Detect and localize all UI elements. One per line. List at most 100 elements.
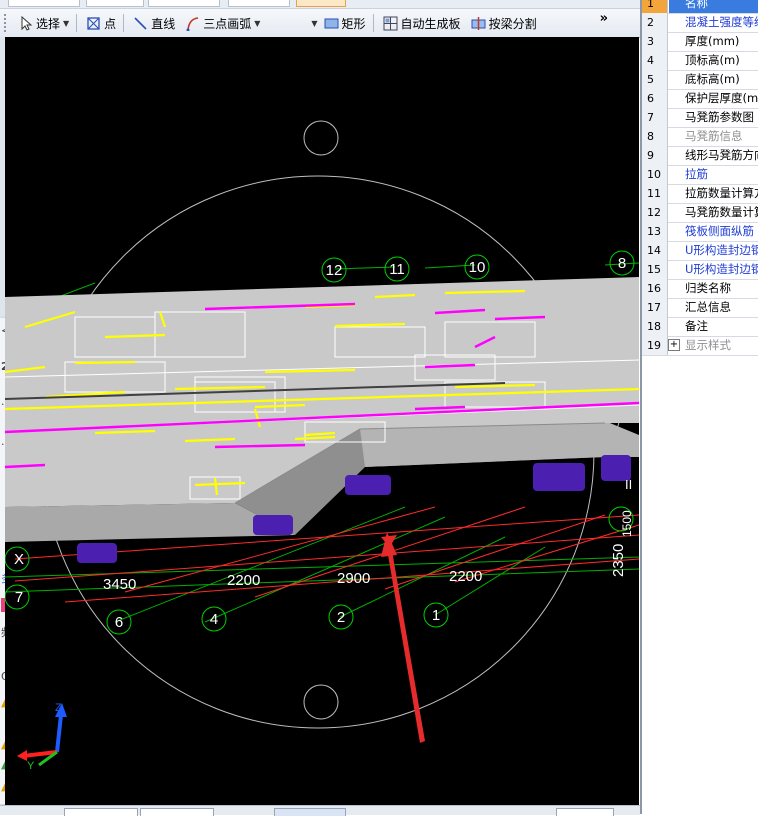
- chevron-down-icon[interactable]: ▼: [63, 19, 69, 28]
- toolbar-grip[interactable]: [4, 14, 12, 32]
- axis-label: 10: [469, 259, 486, 276]
- status-field[interactable]: [274, 808, 346, 816]
- property-row[interactable]: 14U形构造封边钢筋: [642, 241, 758, 261]
- property-row-number: 10: [642, 165, 668, 184]
- axis-label: 8: [618, 255, 626, 272]
- axis-label: 1: [432, 607, 440, 624]
- property-row-number: 12: [642, 203, 668, 222]
- property-row[interactable]: 8 马凳筋信息: [642, 127, 758, 147]
- property-grid: 1 名称 2 混凝土强度等级 3 厚度(mm) 4 顶标高(m) 5 底标高(m) 6 保护层厚度(m…: [640, 0, 758, 814]
- axis-label: 11: [389, 261, 405, 278]
- property-input-stub[interactable]: [8, 0, 80, 7]
- property-row[interactable]: 13 筏板侧面纵筋: [642, 222, 758, 242]
- dimension-label: 1500: [620, 510, 634, 537]
- property-name[interactable]: 拉筋数量计算方式: [669, 184, 758, 203]
- status-field[interactable]: [64, 808, 138, 816]
- active-tool-stub[interactable]: [296, 0, 346, 7]
- select-button[interactable]: 选择 ▼: [14, 12, 73, 34]
- split-by-beam-button[interactable]: 按梁分割: [467, 12, 541, 34]
- property-input-stub[interactable]: [228, 0, 290, 7]
- dimension-label: 2200: [449, 568, 482, 585]
- property-row[interactable]: 15U形构造封边钢筋弯折长度: [642, 260, 758, 280]
- property-row[interactable]: 1 名称: [642, 0, 758, 14]
- rectangle-icon: [324, 16, 339, 31]
- property-row[interactable]: 9 线形马凳筋方向: [642, 146, 758, 166]
- property-name[interactable]: 马凳筋数量计算方式: [669, 203, 758, 222]
- property-row[interactable]: 19 显示样式 +: [642, 336, 758, 356]
- property-name[interactable]: 归类名称: [669, 279, 758, 298]
- property-input-stub[interactable]: [86, 0, 144, 7]
- status-field[interactable]: [556, 808, 614, 816]
- property-row-number: 16: [642, 279, 668, 298]
- property-row-number: 8: [642, 127, 668, 146]
- property-row[interactable]: 2 混凝土强度等级: [642, 13, 758, 33]
- property-name[interactable]: 马凳筋信息: [669, 127, 758, 146]
- red-annotation-arrow: [381, 535, 425, 743]
- property-name[interactable]: 马凳筋参数图: [669, 108, 758, 127]
- property-name[interactable]: 顶标高(m): [669, 51, 758, 70]
- property-row[interactable]: 17 汇总信息: [642, 298, 758, 318]
- property-name[interactable]: 名称: [669, 0, 758, 13]
- property-row[interactable]: 4 顶标高(m): [642, 51, 758, 71]
- property-name[interactable]: U形构造封边钢筋: [669, 241, 758, 260]
- property-row[interactable]: 18 备注: [642, 317, 758, 337]
- dot-icon: ·: [1, 438, 5, 451]
- expand-plus-icon[interactable]: +: [668, 339, 680, 351]
- property-row[interactable]: 3 厚度(mm): [642, 32, 758, 52]
- rectangle-button[interactable]: 矩形: [320, 12, 370, 34]
- three-point-arc-button[interactable]: 三点画弧 ▼: [181, 12, 264, 34]
- property-name[interactable]: 线形马凳筋方向: [669, 146, 758, 165]
- property-name[interactable]: 筏板侧面纵筋: [669, 222, 758, 241]
- axis-label: 7: [15, 589, 23, 606]
- property-row[interactable]: 16 归类名称: [642, 279, 758, 299]
- property-name[interactable]: 混凝土强度等级: [669, 13, 758, 32]
- property-row[interactable]: 12马凳筋数量计算方式: [642, 203, 758, 223]
- viewport-canvas[interactable]: 12 11 10 8 6 4 2 1 7 X 3450 2200 2900 22…: [5, 37, 639, 805]
- property-name[interactable]: 厚度(mm): [669, 32, 758, 51]
- point-box-icon: [86, 16, 101, 31]
- property-row[interactable]: 5 底标高(m): [642, 70, 758, 90]
- gizmo-z-label: Z: [55, 702, 62, 714]
- property-name[interactable]: 保护层厚度(mm): [669, 89, 758, 108]
- split-by-beam-label: 按梁分割: [488, 16, 537, 31]
- property-row[interactable]: 10 拉筋: [642, 165, 758, 185]
- axis-gizmo: Z Y: [17, 702, 67, 772]
- toolbar-divider: [123, 14, 125, 32]
- property-name[interactable]: 备注: [669, 317, 758, 336]
- property-name[interactable]: 显示样式: [669, 336, 758, 355]
- dimension-label: 2200: [227, 572, 260, 589]
- property-name[interactable]: 汇总信息: [669, 298, 758, 317]
- point-label: 点: [104, 16, 117, 31]
- chevron-down-icon[interactable]: ▼: [311, 19, 317, 28]
- cursor-arrow-icon: [18, 15, 33, 31]
- toolbar-overflow-button[interactable]: »: [600, 11, 608, 26]
- property-name[interactable]: 底标高(m): [669, 70, 758, 89]
- axis-label: X: [14, 551, 24, 568]
- axis-label: 2: [337, 609, 345, 626]
- property-row-number: 15: [642, 260, 668, 279]
- property-name[interactable]: U形构造封边钢筋弯折长度: [669, 260, 758, 279]
- auto-generate-slab-button[interactable]: 自动生成板: [379, 12, 465, 34]
- line-button[interactable]: 直线: [129, 12, 179, 34]
- select-label: 选择: [36, 16, 61, 31]
- arc-label: 三点画弧: [203, 16, 252, 31]
- 3d-viewport[interactable]: 12 11 10 8 6 4 2 1 7 X 3450 2200 2900 22…: [5, 37, 639, 805]
- gizmo-y-label: Y: [27, 760, 35, 772]
- property-name[interactable]: 拉筋: [669, 165, 758, 184]
- toolbar-divider: [372, 14, 374, 32]
- property-row[interactable]: 6保护层厚度(mm): [642, 89, 758, 109]
- property-row[interactable]: 11拉筋数量计算方式: [642, 184, 758, 204]
- axis-label: 6: [115, 614, 123, 631]
- status-field[interactable]: [140, 808, 214, 816]
- property-row-number: 2: [642, 13, 668, 32]
- chevron-down-icon[interactable]: ▼: [254, 19, 260, 28]
- property-row-number: 6: [642, 89, 668, 108]
- point-button[interactable]: 点: [82, 12, 120, 34]
- dimension-label: 3450: [103, 576, 136, 593]
- orbit-handle-top[interactable]: [303, 120, 339, 156]
- orbit-handle-bottom[interactable]: [303, 684, 339, 720]
- property-row[interactable]: 7 马凳筋参数图: [642, 108, 758, 128]
- edge-label: II: [625, 477, 632, 492]
- property-input-stub[interactable]: [148, 0, 220, 7]
- toolbar-top-strip: [0, 0, 640, 9]
